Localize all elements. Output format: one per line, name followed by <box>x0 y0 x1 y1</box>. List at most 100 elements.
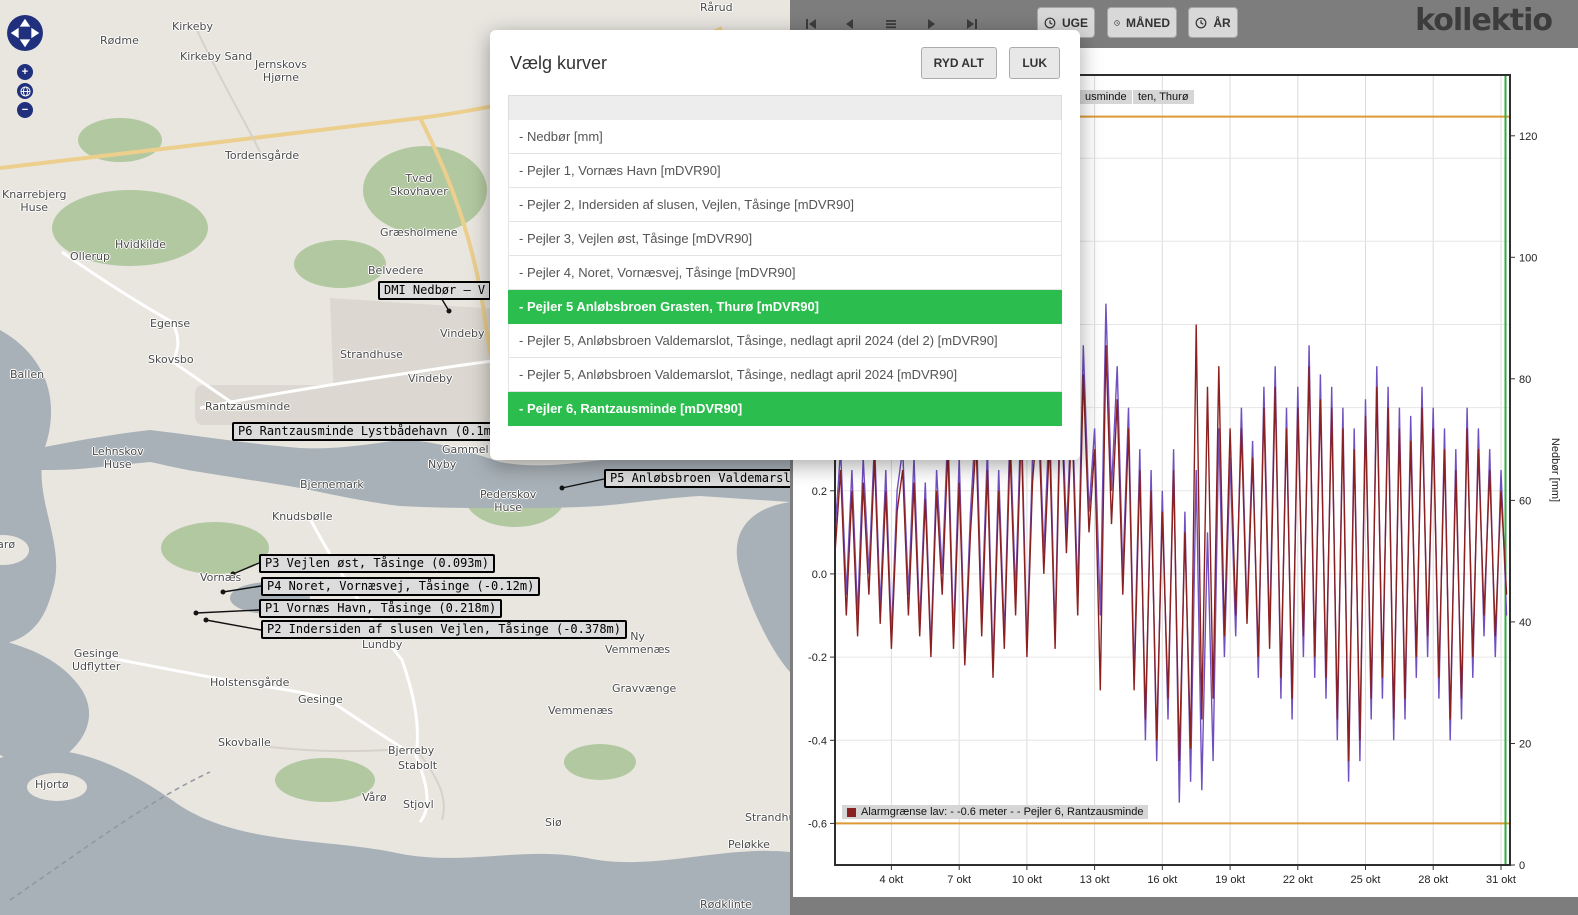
svg-text:31 okt: 31 okt <box>1486 874 1516 886</box>
map-place-label: Gesinge <box>298 693 343 706</box>
svg-text:0: 0 <box>1519 860 1525 872</box>
map-place-label: Tved Skovhaver <box>390 172 448 198</box>
map-place-label: Hvidkilde <box>115 238 166 251</box>
station-label-chip[interactable]: P5 Anløbsbroen Valdemarslot <box>604 469 790 488</box>
station-label-chip[interactable]: DMI Nedbør – V <box>378 281 491 300</box>
map-place-label: Gesinge Udflytter <box>72 647 120 673</box>
svg-text:120: 120 <box>1519 131 1537 143</box>
map-place-label: Rødklinte <box>700 898 752 911</box>
map-place-label: Vindeby <box>408 372 453 385</box>
previous-icon <box>843 17 857 31</box>
svg-text:100: 100 <box>1519 252 1537 264</box>
range-year-button[interactable]: ÅR <box>1188 7 1238 38</box>
map-place-label: Stabolt <box>398 759 437 772</box>
globe-icon <box>20 86 31 97</box>
modal-body: - Nedbør [mm]- Pejler 1, Vornæs Havn [mD… <box>490 93 1080 460</box>
range-year-label: ÅR <box>1213 16 1230 30</box>
svg-text:0.2: 0.2 <box>812 486 827 498</box>
map-pan-control[interactable] <box>6 14 44 57</box>
map-place-label: Lundby <box>362 638 402 651</box>
station-label-chip[interactable]: P1 Vornæs Havn, Tåsinge (0.218m) <box>259 599 502 618</box>
map-place-label: Nyby <box>428 458 456 471</box>
modal-title: Vælg kurver <box>510 53 607 74</box>
curve-row[interactable]: - Pejler 5, Anløbsbroen Valdemarslot, Tå… <box>508 324 1062 358</box>
station-label-chip[interactable]: P4 Noret, Vornæsvej, Tåsinge (-0.12m) <box>261 577 540 596</box>
curve-row[interactable]: - Pejler 5 Anløbsbroen Grasten, Thurø [m… <box>508 290 1062 324</box>
svg-text:19 okt: 19 okt <box>1215 874 1245 886</box>
svg-text:20: 20 <box>1519 739 1531 751</box>
curve-row[interactable]: - Pejler 2, Indersiden af slusen, Vejlen… <box>508 188 1062 222</box>
curve-row[interactable]: - Pejler 3, Vejlen øst, Tåsinge [mDVR90] <box>508 222 1062 256</box>
map-place-label: Tordensgårde <box>225 149 299 162</box>
map-place-label: Ollerup <box>70 250 110 263</box>
map-place-label: Stjovl <box>403 798 434 811</box>
svg-text:16 okt: 16 okt <box>1147 874 1177 886</box>
skip-first-icon <box>804 17 818 31</box>
map-place-label: Skovballe <box>218 736 271 749</box>
map-place-label: Kirkeby Sand <box>180 50 252 63</box>
modal-actions: RYD ALT LUK <box>913 47 1060 79</box>
chart-legend-top-fragment: usminde <box>1080 90 1132 104</box>
svg-text:40: 40 <box>1519 617 1531 629</box>
map-place-label: Bjerreby <box>388 744 434 757</box>
map-place-label: Vemmenæs <box>548 704 613 717</box>
next-icon <box>924 17 938 31</box>
curve-list-header <box>508 95 1062 120</box>
globe-button[interactable] <box>17 83 33 99</box>
map-place-label: Rantzausminde <box>205 400 290 413</box>
map-place-label: Jernskovs Hjørne <box>255 58 307 84</box>
svg-text:80: 80 <box>1519 374 1531 386</box>
svg-text:-0.2: -0.2 <box>808 652 827 664</box>
station-label-chip[interactable]: P3 Vejlen øst, Tåsinge (0.093m) <box>259 554 495 573</box>
map-place-label: Lehnskov Huse <box>92 445 144 471</box>
map-place-label: Rårud <box>700 1 733 14</box>
map-place-label: Strandhuse <box>745 811 790 824</box>
legend-text: Alarmgrænse lav: - -0.6 meter - - Pejler… <box>861 806 1143 818</box>
curve-row[interactable]: - Pejler 4, Noret, Vornæsvej, Tåsinge [m… <box>508 256 1062 290</box>
modal-header: Vælg kurver RYD ALT LUK <box>490 30 1080 93</box>
svg-text:7 okt: 7 okt <box>947 874 971 886</box>
svg-text:25 okt: 25 okt <box>1351 874 1381 886</box>
map-place-label: Vindeby <box>440 327 485 340</box>
svg-text:-0.6: -0.6 <box>808 818 827 830</box>
map-place-label: Hjortø <box>35 778 69 791</box>
curve-row[interactable]: - Pejler 1, Vornæs Havn [mDVR90] <box>508 154 1062 188</box>
svg-text:60: 60 <box>1519 495 1531 507</box>
map-place-label: Ballen <box>10 368 44 381</box>
map-place-label: Vornæs <box>200 571 241 584</box>
clock-icon <box>1195 17 1207 29</box>
chart-legend-top-fragment: ten, Thurø <box>1133 90 1194 104</box>
range-week-label: UGE <box>1062 16 1088 30</box>
map-place-label: Rødme <box>100 34 139 47</box>
curve-row[interactable]: - Pejler 6, Rantzausminde [mDVR90] <box>508 392 1062 426</box>
map-place-label: Strandhuse <box>340 348 403 361</box>
map-place-label: Peløkke <box>728 838 770 851</box>
skip-last-icon <box>965 17 979 31</box>
svg-text:28 okt: 28 okt <box>1418 874 1448 886</box>
curve-row[interactable]: - Pejler 5, Anløbsbroen Valdemarslot, Tå… <box>508 358 1062 392</box>
chart-legend-bottom: Alarmgrænse lav: - -0.6 meter - - Pejler… <box>842 805 1148 819</box>
svg-text:Nedbør [mm]: Nedbør [mm] <box>1549 438 1561 502</box>
range-month-label: MÅNED <box>1126 16 1170 30</box>
clear-all-button[interactable]: RYD ALT <box>921 47 997 79</box>
map-place-label: Gammel <box>442 443 489 456</box>
zoom-in-button[interactable]: + <box>17 64 33 80</box>
map-place-label: Græsholmene <box>380 226 458 239</box>
legend-swatch <box>847 808 856 817</box>
station-label-chip[interactable]: P6 Rantzausminde Lystbådehavn (0.1m) <box>232 422 504 441</box>
svg-text:10 okt: 10 okt <box>1012 874 1042 886</box>
station-label-chip[interactable]: P2 Indersiden af slusen Vejlen, Tåsinge … <box>261 620 627 639</box>
svg-text:-0.4: -0.4 <box>808 735 827 747</box>
map-place-label: Knarrebjerg Huse <box>2 188 66 214</box>
curve-row[interactable]: - Nedbør [mm] <box>508 120 1062 154</box>
map-place-label: Knudsbølle <box>272 510 332 523</box>
svg-text:4 okt: 4 okt <box>879 874 903 886</box>
map-place-label: Egense <box>150 317 190 330</box>
close-button[interactable]: LUK <box>1009 47 1060 79</box>
pan-rosette-icon <box>6 14 44 52</box>
clock-icon <box>1044 17 1056 29</box>
svg-text:13 okt: 13 okt <box>1080 874 1110 886</box>
zoom-out-button[interactable]: − <box>17 102 33 118</box>
map-place-label: Belvedere <box>368 264 423 277</box>
range-month-button[interactable]: MÅNED <box>1107 7 1177 38</box>
